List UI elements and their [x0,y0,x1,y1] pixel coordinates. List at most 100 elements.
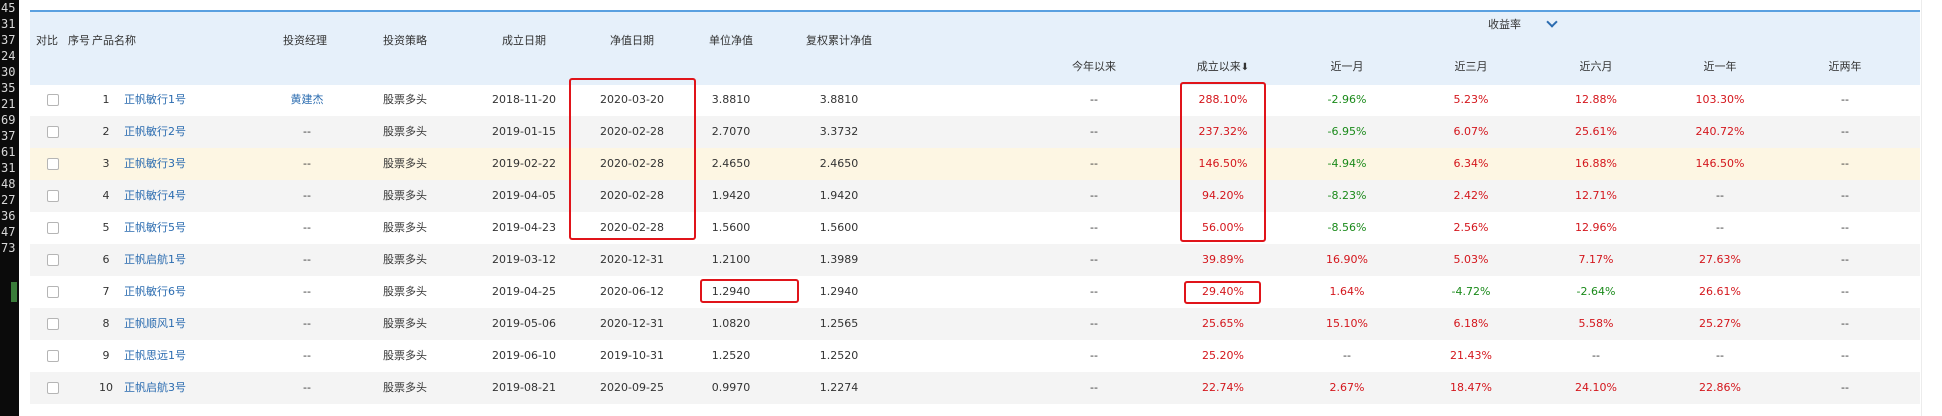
gutter-number: 47 [1,225,16,239]
cell-product-name[interactable]: 正帆启航1号 [124,244,186,276]
compare-checkbox[interactable] [47,158,59,170]
cell-cum-nav: 1.3989 [819,253,859,266]
cell-manager: -- [303,189,311,202]
cell-return-6m: 5.58% [1578,317,1614,330]
cell-found-date: 2019-04-05 [492,189,556,202]
cell-product-name[interactable]: 正帆敏行1号 [124,84,186,116]
table-row[interactable]: 9 正帆思远1号 -- 股票多头 2019-06-10 2019-10-31 1.2520 1… [30,340,1920,372]
cell-found-date: 2019-04-25 [492,285,556,298]
cell-ytd: -- [1090,349,1098,362]
table-row[interactable]: 3 正帆敏行3号 -- 股票多头 2019-02-22 2020-02-28 2.4650 2… [30,148,1920,180]
annotation-box-since-row7 [1184,281,1261,304]
cell-product-name[interactable]: 正帆敏行2号 [124,116,186,148]
gutter-number: 37 [1,33,16,47]
header-product-name: 产品名称 [92,34,136,47]
gutter-number: 30 [1,65,16,79]
compare-checkbox[interactable] [47,350,59,362]
table-row[interactable]: 10 正帆启航3号 -- 股票多头 2019-08-21 2020-09-25 0.9970… [30,372,1920,404]
scrollbar-track[interactable] [1921,0,1942,416]
table-row[interactable]: 7 正帆敏行6号 -- 股票多头 2019-04-25 2020-06-12 1.2940 1… [30,276,1920,308]
cell-unit-nav: 1.2520 [711,349,751,362]
header-1y[interactable]: 近一年 [1704,58,1737,74]
header-3m[interactable]: 近三月 [1455,58,1488,74]
header-nav-date: 净值日期 [610,34,654,47]
cell-nav-date: 2020-06-12 [600,285,664,298]
cell-found-date: 2019-06-10 [492,349,556,362]
cell-index: 2 [102,125,110,138]
cell-index: 6 [102,253,110,266]
cell-return-3m: 5.03% [1453,253,1489,266]
cell-manager[interactable]: 黄建杰 [291,84,324,116]
cell-found-date: 2019-04-23 [492,221,556,234]
cell-manager: -- [303,125,311,138]
cell-strategy: 股票多头 [383,317,427,330]
cell-index: 9 [102,349,110,362]
cell-found-date: 2019-03-12 [492,253,556,266]
gutter-number: 35 [1,81,16,95]
sort-down-icon[interactable]: ⬇ [1241,62,1249,73]
cell-product-name[interactable]: 正帆敏行3号 [124,148,186,180]
header-unit-nav: 单位净值 [709,34,753,47]
cell-return-2y: -- [1841,253,1849,266]
header-found-date: 成立日期 [502,34,546,47]
header-2y[interactable]: 近两年 [1829,58,1862,74]
cell-product-name[interactable]: 正帆敏行4号 [124,180,186,212]
cell-found-date: 2019-05-06 [492,317,556,330]
cell-since-inception: 22.74% [1202,381,1244,394]
cell-since-inception: 39.89% [1202,253,1244,266]
header-ytd[interactable]: 今年以来 [1072,58,1116,74]
cell-return-1y: -- [1716,221,1724,234]
cell-strategy: 股票多头 [383,253,427,266]
cell-return-6m: 12.96% [1575,221,1617,234]
cell-return-1m: -2.96% [1327,93,1367,106]
cell-return-2y: -- [1841,349,1849,362]
compare-checkbox[interactable] [47,286,59,298]
gutter-number: 36 [1,209,16,223]
compare-checkbox[interactable] [47,126,59,138]
cell-return-3m: 2.56% [1453,221,1489,234]
header-since-inception[interactable]: 成立以来⬇ [1197,58,1249,74]
cell-found-date: 2019-01-15 [492,125,556,138]
cell-product-name[interactable]: 正帆启航3号 [124,372,186,404]
compare-checkbox[interactable] [47,254,59,266]
compare-checkbox[interactable] [47,318,59,330]
table-row[interactable]: 6 正帆启航1号 -- 股票多头 2019-03-12 2020-12-31 1.2100 1… [30,244,1920,276]
table-row[interactable]: 5 正帆敏行5号 -- 股票多头 2019-04-23 2020-02-28 1.5600 1… [30,212,1920,244]
cell-return-6m: 12.71% [1575,189,1617,202]
header-manager: 投资经理 [283,34,327,47]
cell-return-3m: 6.34% [1453,157,1489,170]
cell-product-name[interactable]: 正帆思远1号 [124,340,186,372]
header-6m[interactable]: 近六月 [1580,58,1613,74]
cell-product-name[interactable]: 正帆顺风1号 [124,308,186,340]
header-return-group[interactable]: 收益率 [1488,16,1558,32]
gutter-number: 61 [1,145,16,159]
gutter-number: 31 [1,17,16,31]
cell-unit-nav: 1.2100 [711,253,751,266]
table-row[interactable]: 8 正帆顺风1号 -- 股票多头 2019-05-06 2020-12-31 1.0820 1… [30,308,1920,340]
header-1m[interactable]: 近一月 [1331,58,1364,74]
compare-checkbox[interactable] [47,94,59,106]
table-row[interactable]: 4 正帆敏行4号 -- 股票多头 2019-04-05 2020-02-28 1.9420 1… [30,180,1920,212]
cell-manager: -- [303,317,311,330]
cell-return-6m: 16.88% [1575,157,1617,170]
cell-product-name[interactable]: 正帆敏行6号 [124,276,186,308]
cell-return-1m: 1.64% [1329,285,1365,298]
cell-product-name[interactable]: 正帆敏行5号 [124,212,186,244]
chevron-down-icon[interactable] [1546,16,1558,28]
compare-checkbox[interactable] [47,190,59,202]
table-row[interactable]: 2 正帆敏行2号 -- 股票多头 2019-01-15 2020-02-28 2.7070 3… [30,116,1920,148]
compare-checkbox[interactable] [47,382,59,394]
table-row[interactable]: 1 正帆敏行1号 黄建杰 股票多头 2018-11-20 2020-03-20 3.8810… [30,84,1920,116]
cell-manager: -- [303,285,311,298]
cell-return-1y: -- [1716,189,1724,202]
cell-unit-nav: 3.8810 [711,93,751,106]
cell-unit-nav: 2.7070 [711,125,751,138]
cell-strategy: 股票多头 [383,349,427,362]
cell-return-1m: -6.95% [1327,125,1367,138]
cell-strategy: 股票多头 [383,189,427,202]
compare-checkbox[interactable] [47,222,59,234]
cell-unit-nav: 2.4650 [711,157,751,170]
cell-ytd: -- [1090,189,1098,202]
cell-return-1m: -8.23% [1327,189,1367,202]
cell-return-1m: 16.90% [1326,253,1368,266]
